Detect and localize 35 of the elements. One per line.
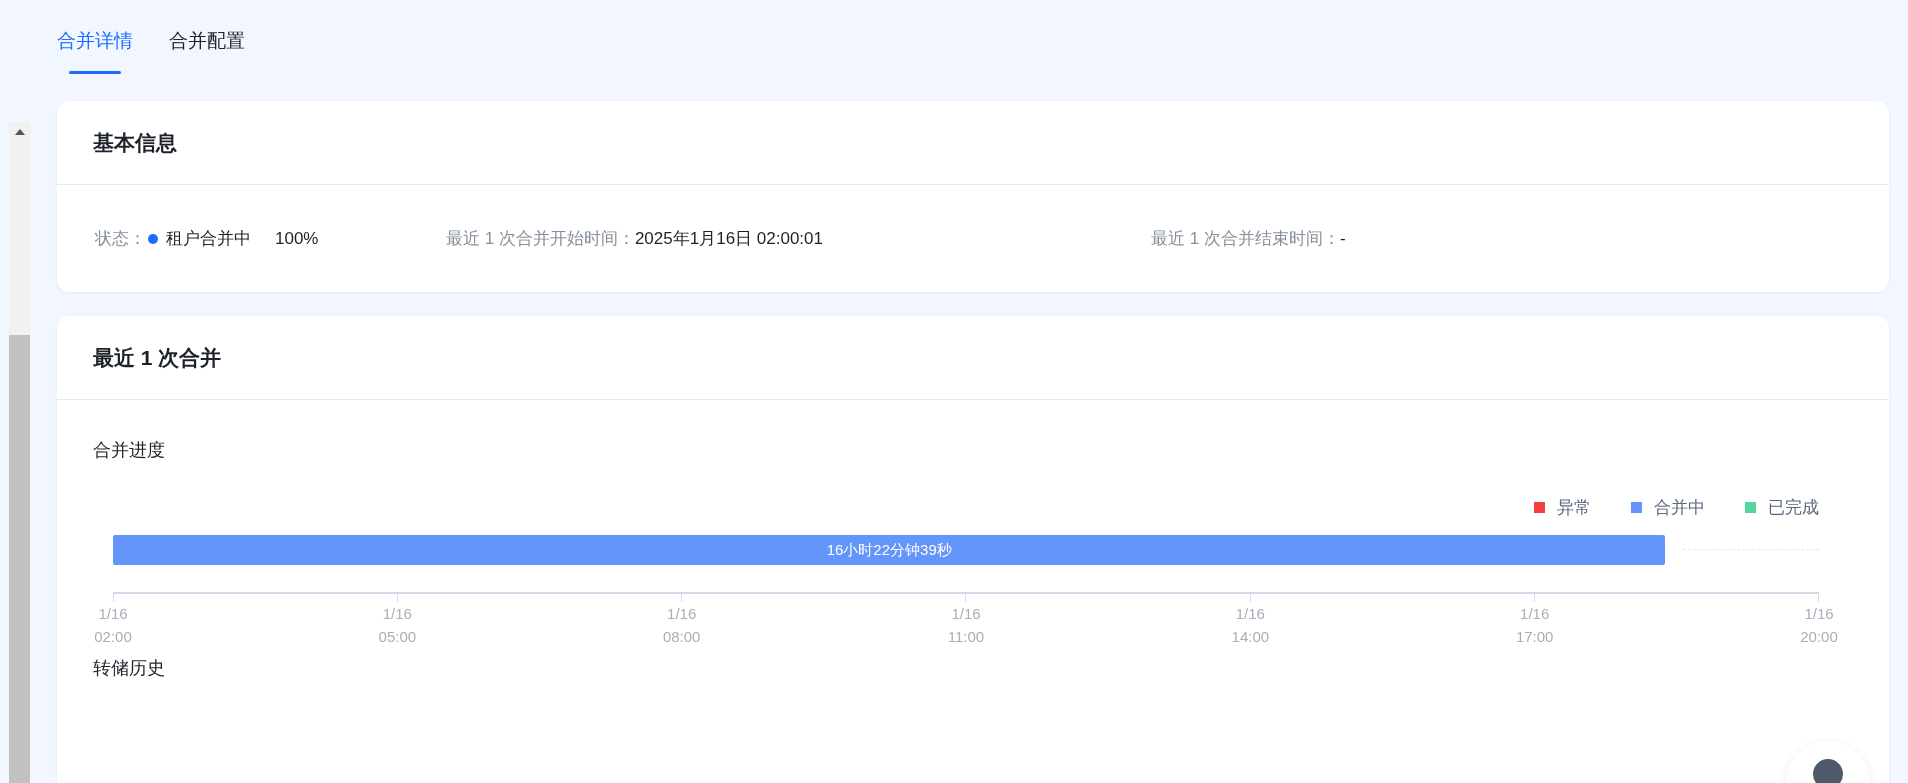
tick-label: 1/16 bbox=[1235, 604, 1265, 624]
section-title: 合并进度 bbox=[93, 439, 166, 462]
tick-label: 05:00 bbox=[378, 627, 417, 647]
tick-label: 1/16 bbox=[667, 604, 697, 624]
scrollbar[interactable] bbox=[9, 122, 30, 783]
field-label: 最近 1 次合并开始时间： bbox=[446, 228, 635, 250]
tick-label: 02:00 bbox=[94, 627, 132, 647]
legend-item: 已完成 bbox=[1745, 496, 1819, 519]
tick-label: 1/16 bbox=[1520, 604, 1550, 624]
percent-value: 100% bbox=[275, 228, 319, 249]
tab[interactable]: 合并配置 bbox=[169, 28, 245, 74]
tick-label: 11:00 bbox=[947, 627, 985, 647]
tick-label: 14:00 bbox=[1231, 627, 1270, 647]
field-label: 最近 1 次合并结束时间： bbox=[1151, 228, 1340, 250]
legend-item: 异常 bbox=[1534, 496, 1591, 519]
scrollbar-thumb[interactable] bbox=[9, 335, 30, 783]
tick-label: 1/16 bbox=[951, 604, 981, 624]
tab[interactable]: 合并详情 bbox=[57, 28, 133, 74]
tick-label: 20:00 bbox=[1800, 627, 1838, 647]
section-title: 转储历史 bbox=[93, 657, 166, 680]
status-value: 租户合并中 bbox=[166, 228, 251, 250]
progress-bar: 16小时22分钟39秒 bbox=[113, 535, 1666, 565]
field-value: 2025年1月16日 02:00:01 bbox=[634, 228, 823, 250]
card-title: 基本信息 bbox=[93, 129, 177, 156]
tick-label: 1/16 bbox=[1804, 604, 1834, 624]
circle-icon bbox=[1813, 759, 1843, 783]
tick-label: 1/16 bbox=[382, 604, 412, 624]
tick-label: 17:00 bbox=[1515, 627, 1554, 647]
legend-item: 合并中 bbox=[1631, 496, 1705, 519]
tick-label: 1/16 bbox=[98, 604, 128, 624]
field-label: 状态： bbox=[95, 228, 146, 250]
field-value: - bbox=[1339, 228, 1346, 249]
card-title: 最近 1 次合并 bbox=[93, 344, 222, 371]
scroll-up-arrow-icon[interactable] bbox=[14, 129, 25, 135]
tick-label: 08:00 bbox=[662, 627, 701, 647]
